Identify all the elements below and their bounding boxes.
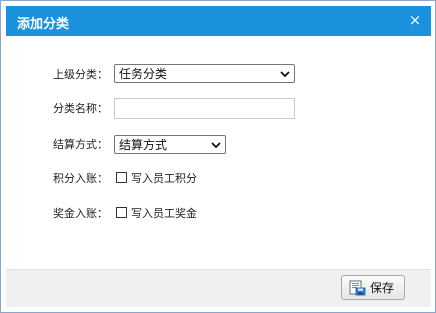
parent-category-label: 上级分类： [53,68,108,81]
settlement-method-row: 结算方式： 结算方式 [6,133,431,157]
bonus-entry-checkbox-label[interactable]: 写入员工奖金 [131,202,197,226]
category-name-row: 分类名称： [6,97,431,121]
save-button-label: 保存 [370,281,395,295]
parent-category-row: 上级分类： 任务分类 [6,63,431,87]
points-entry-label: 积分入账： [53,172,108,185]
parent-category-selected: 任务分类 [119,67,168,81]
bonus-entry-checkbox[interactable] [116,207,127,218]
points-entry-checkbox[interactable] [116,172,127,183]
points-entry-checkbox-label[interactable]: 写入员工积分 [131,167,197,191]
bonus-entry-row: 奖金入账： 写入员工奖金 [6,202,431,226]
settlement-method-selected: 结算方式 [119,138,168,152]
add-category-dialog: 添加分类 × 上级分类： 任务分类 分类名称： 结算方式： 结算方式 积分入账：… [0,0,436,313]
save-icon [349,280,366,296]
settlement-method-select[interactable]: 结算方式 [114,135,226,154]
settlement-method-label: 结算方式： [53,138,108,151]
save-button[interactable]: 保存 [341,275,405,300]
category-name-label: 分类名称： [53,102,108,115]
bonus-entry-label: 奖金入账： [53,207,108,220]
chevron-down-icon [211,142,221,149]
close-icon[interactable]: × [408,11,422,29]
points-entry-row: 积分入账： 写入员工积分 [6,167,431,191]
dialog-body: 上级分类： 任务分类 分类名称： 结算方式： 结算方式 积分入账： 写入员工积分… [6,36,431,269]
dialog-titlebar[interactable]: 添加分类 × [6,6,431,36]
chevron-down-icon [280,71,290,78]
dialog-title: 添加分类 [17,17,70,32]
category-name-input[interactable] [114,98,295,119]
parent-category-select[interactable]: 任务分类 [114,64,295,83]
dialog-footer: 保存 [6,269,431,307]
